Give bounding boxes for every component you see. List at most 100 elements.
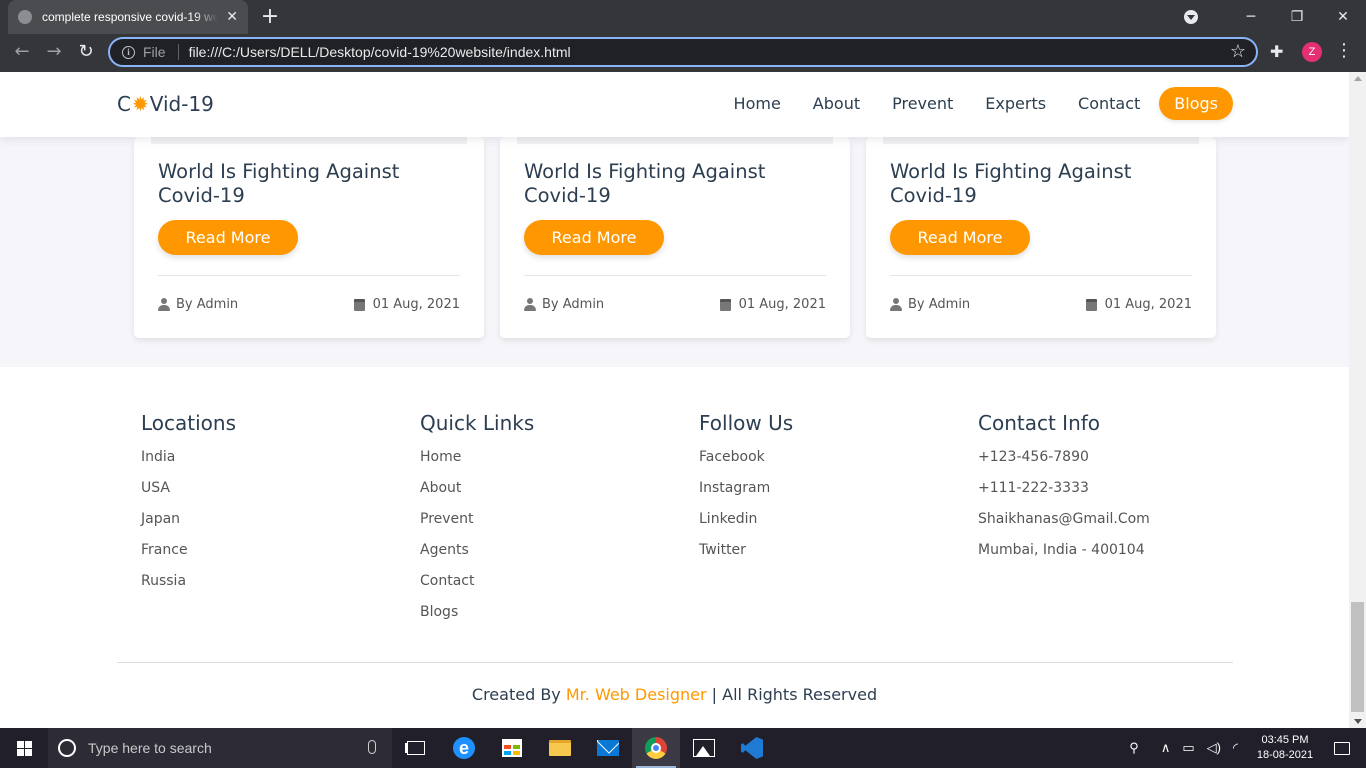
footer-link[interactable]: Linkedin xyxy=(699,510,959,541)
footer-heading: Quick Links xyxy=(420,411,535,435)
blog-image xyxy=(151,137,467,144)
task-view-icon[interactable] xyxy=(392,728,440,768)
footer-link[interactable]: +111-222-3333 xyxy=(978,479,1238,510)
date-label: 01 Aug, 2021 xyxy=(1104,297,1192,312)
people-icon[interactable]: ⚲ xyxy=(1129,740,1139,756)
nav-home[interactable]: Home xyxy=(718,88,797,119)
nav-blogs[interactable]: Blogs xyxy=(1159,87,1233,120)
nav-contact[interactable]: Contact xyxy=(1062,88,1156,119)
footer-link[interactable]: Prevent xyxy=(420,510,680,541)
info-icon[interactable]: i xyxy=(122,45,135,59)
extensions-icon[interactable]: ✚ xyxy=(1270,42,1283,62)
author-label: By Admin xyxy=(542,297,605,312)
blog-card: World Is Fighting Against Covid-19 Read … xyxy=(500,137,850,338)
taskbar-search[interactable]: Type here to search xyxy=(48,728,392,768)
nav-about[interactable]: About xyxy=(797,88,876,119)
search-placeholder: Type here to search xyxy=(88,740,212,756)
site-footer: Locations India USA Japan France Russia … xyxy=(0,367,1349,728)
blog-date: 01 Aug, 2021 xyxy=(1085,297,1192,312)
address-bar[interactable]: i File file:///C:/Users/DELL/Desktop/cov… xyxy=(108,37,1258,67)
footer-link[interactable]: Home xyxy=(420,448,680,479)
blog-image xyxy=(883,137,1199,144)
clock-time: 03:45 PM xyxy=(1261,734,1309,746)
taskbar-clock[interactable]: 03:45 PM 18-08-2021 xyxy=(1252,733,1318,763)
footer-link[interactable]: Twitter xyxy=(699,541,959,572)
footer-link[interactable]: Russia xyxy=(141,572,401,603)
edge-icon[interactable]: e xyxy=(440,728,488,768)
scroll-up-icon[interactable] xyxy=(1354,76,1362,81)
user-icon xyxy=(890,298,902,311)
page-scrollbar[interactable] xyxy=(1349,72,1366,728)
windows-start-icon[interactable] xyxy=(0,728,48,768)
star-icon[interactable]: ☆ xyxy=(1230,42,1246,62)
browser-tab[interactable]: complete responsive covid-19 website ✕ xyxy=(8,0,248,34)
new-tab-button[interactable]: + xyxy=(258,3,282,31)
read-more-button[interactable]: Read More xyxy=(158,220,298,255)
wifi-icon[interactable]: ◜ xyxy=(1233,740,1238,756)
chrome-icon[interactable] xyxy=(632,728,680,768)
credit-designer: Mr. Web Designer xyxy=(565,685,707,704)
blog-author: By Admin xyxy=(890,297,970,312)
nav-experts[interactable]: Experts xyxy=(969,88,1062,119)
globe-icon xyxy=(18,10,32,24)
card-divider xyxy=(890,275,1192,276)
footer-divider xyxy=(117,662,1233,663)
footer-link[interactable]: Shaikhanas@Gmail.Com xyxy=(978,510,1238,541)
logo-text-prefix: C xyxy=(117,92,131,116)
url-text[interactable]: file:///C:/Users/DELL/Desktop/covid-19%2… xyxy=(189,44,571,60)
notification-icon[interactable] xyxy=(1318,741,1366,755)
close-tab-icon[interactable]: ✕ xyxy=(226,8,238,26)
tab-search-icon[interactable] xyxy=(1184,10,1198,24)
scroll-thumb[interactable] xyxy=(1351,602,1364,712)
read-more-button[interactable]: Read More xyxy=(890,220,1030,255)
volume-icon[interactable]: ◁) xyxy=(1207,740,1221,756)
chevron-up-icon[interactable]: ∧ xyxy=(1161,740,1171,756)
store-icon[interactable] xyxy=(488,728,536,768)
footer-link[interactable]: Japan xyxy=(141,510,401,541)
forward-arrow-icon[interactable]: → xyxy=(42,40,66,64)
microphone-icon[interactable] xyxy=(368,740,376,754)
calendar-icon xyxy=(353,298,365,311)
nav-prevent[interactable]: Prevent xyxy=(876,88,969,119)
page-viewport: C ✹ Vid-19 Home About Prevent Experts Cont… xyxy=(0,72,1349,728)
author-label: By Admin xyxy=(176,297,239,312)
footer-link[interactable]: About xyxy=(420,479,680,510)
footer-link[interactable]: Contact xyxy=(420,572,680,603)
blog-date: 01 Aug, 2021 xyxy=(353,297,460,312)
omnibox-separator xyxy=(177,44,179,60)
browser-toolbar: ← → ↻ i File file:///C:/Users/DELL/Deskt… xyxy=(0,34,1366,72)
vscode-icon[interactable] xyxy=(728,728,776,768)
blog-author: By Admin xyxy=(158,297,238,312)
read-more-button[interactable]: Read More xyxy=(524,220,664,255)
close-window-button[interactable]: ✕ xyxy=(1320,0,1366,34)
photos-icon[interactable] xyxy=(680,728,728,768)
footer-heading: Locations xyxy=(141,411,237,435)
window-controls: ─ ❐ ✕ xyxy=(1184,0,1366,34)
minimize-button[interactable]: ─ xyxy=(1228,0,1274,34)
footer-link[interactable]: India xyxy=(141,448,401,479)
footer-link[interactable]: USA xyxy=(141,479,401,510)
footer-link[interactable]: Mumbai, India - 400104 xyxy=(978,541,1238,572)
restore-button[interactable]: ❐ xyxy=(1274,0,1320,34)
profile-avatar[interactable]: Z xyxy=(1302,42,1322,62)
footer-credit: Created By Mr. Web Designer | All Rights… xyxy=(0,685,1349,704)
footer-link[interactable]: Agents xyxy=(420,541,680,572)
mail-icon[interactable] xyxy=(584,728,632,768)
user-icon xyxy=(158,298,170,311)
file-explorer-icon[interactable] xyxy=(536,728,584,768)
scroll-down-icon[interactable] xyxy=(1354,719,1362,724)
tab-title: complete responsive covid-19 website xyxy=(42,10,218,24)
date-label: 01 Aug, 2021 xyxy=(372,297,460,312)
footer-link[interactable]: Instagram xyxy=(699,479,959,510)
blog-image xyxy=(517,137,833,144)
footer-link[interactable]: +123-456-7890 xyxy=(978,448,1238,479)
battery-icon[interactable]: ▭ xyxy=(1182,740,1194,756)
menu-icon[interactable]: ⋮ xyxy=(1334,40,1354,62)
back-arrow-icon[interactable]: ← xyxy=(10,40,34,64)
blog-card: World Is Fighting Against Covid-19 Read … xyxy=(134,137,484,338)
footer-link[interactable]: France xyxy=(141,541,401,572)
reload-icon[interactable]: ↻ xyxy=(74,40,98,64)
footer-link[interactable]: Blogs xyxy=(420,603,680,634)
site-logo[interactable]: C ✹ Vid-19 xyxy=(117,92,214,116)
footer-link[interactable]: Facebook xyxy=(699,448,959,479)
